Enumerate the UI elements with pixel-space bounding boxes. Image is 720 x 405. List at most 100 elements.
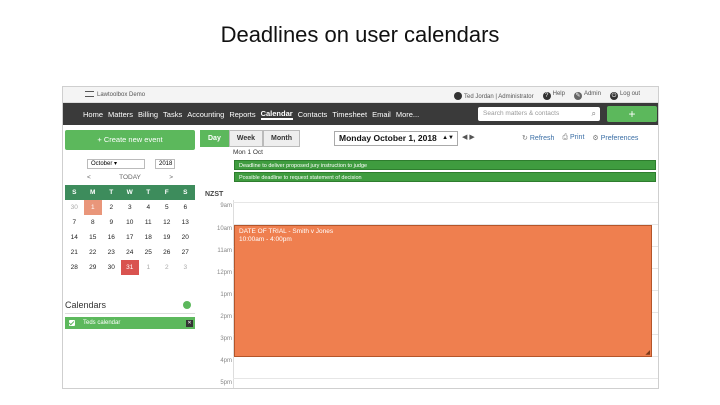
timezone-label: NZST [205, 191, 224, 198]
deadline-item[interactable]: Deadline to deliver proposed jury instru… [234, 160, 656, 170]
nav-email[interactable]: Email [372, 110, 391, 119]
day-cell[interactable]: 16 [102, 230, 121, 245]
calendar-event[interactable]: DATE OF TRIAL - Smith v Jones 10:00am - … [234, 225, 652, 357]
logout-link[interactable]: ⏻ Log out [609, 91, 640, 100]
day-cell-selected[interactable]: 1 [83, 200, 102, 215]
next-day-button[interactable]: ▶ [469, 134, 474, 141]
week-row: 14 15 16 17 18 19 20 [65, 230, 195, 245]
day-cell[interactable]: 23 [102, 245, 121, 260]
day-cell[interactable]: 20 [176, 230, 195, 245]
print-button[interactable]: ⎙ Print [562, 134, 584, 142]
day-cell[interactable]: 26 [158, 245, 177, 260]
nav-accounting[interactable]: Accounting [187, 110, 224, 119]
hour-label: 11am [217, 248, 232, 254]
app-logo[interactable]: Lawtoolbox Demo [85, 91, 145, 98]
day-cell[interactable]: 8 [84, 215, 103, 230]
day-cell[interactable]: 24 [121, 245, 140, 260]
view-switcher: Day Week Month [200, 130, 301, 147]
today-button[interactable]: TODAY [119, 174, 141, 181]
tab-month[interactable]: Month [263, 130, 301, 147]
menu-icon[interactable] [85, 91, 94, 97]
add-calendar-icon[interactable] [183, 301, 191, 309]
day-cell[interactable]: 4 [139, 200, 158, 215]
add-button[interactable]: + [607, 106, 657, 122]
gear-icon: ⚙ [592, 135, 599, 142]
day-cell[interactable]: 2 [102, 200, 121, 215]
day-cell[interactable]: 28 [65, 260, 84, 275]
printer-icon: ⎙ [562, 134, 568, 141]
view-actions: ↻ Refresh ⎙ Print ⚙ Preferences [522, 134, 638, 142]
search-input[interactable]: Search matters & contacts ⌕ [478, 107, 600, 121]
year-select[interactable]: 2018 [155, 159, 175, 169]
tab-day[interactable]: Day [200, 130, 229, 147]
day-cell[interactable]: 3 [176, 260, 195, 275]
wrench-icon: ✎ [573, 92, 582, 100]
day-cell[interactable]: 17 [121, 230, 140, 245]
nav-billing[interactable]: Billing [138, 110, 158, 119]
week-row: 7 8 9 10 11 12 13 [65, 215, 195, 230]
week-row: 21 22 23 24 25 26 27 [65, 245, 195, 260]
create-event-button[interactable]: + Create new event [65, 130, 195, 150]
nav-timesheet[interactable]: Timesheet [332, 110, 367, 119]
date-nav-arrows: ◀ ▶ [462, 133, 475, 141]
prev-day-button[interactable]: ◀ [462, 134, 467, 141]
month-year-selectors: October ▾ 2018 [65, 159, 195, 169]
refresh-icon: ↻ [522, 135, 528, 142]
day-cell[interactable]: 22 [84, 245, 103, 260]
nav-home[interactable]: Home [83, 110, 103, 119]
refresh-button[interactable]: ↻ Refresh [522, 134, 554, 142]
nav-contacts[interactable]: Contacts [298, 110, 328, 119]
mini-cal-nav: < TODAY > [65, 174, 195, 181]
day-cell[interactable]: 30 [65, 200, 84, 215]
day-cell[interactable]: 27 [176, 245, 195, 260]
day-cell[interactable]: 30 [102, 260, 121, 275]
day-cell[interactable]: 19 [158, 230, 177, 245]
admin-link[interactable]: ✎ Admin [573, 91, 601, 100]
hour-label: 10am [216, 226, 232, 232]
day-cell[interactable]: 5 [158, 200, 177, 215]
day-cell[interactable]: 12 [158, 215, 177, 230]
weekday-label: S [176, 185, 195, 200]
day-cell[interactable]: 13 [176, 215, 195, 230]
hour-label: 5pm [220, 380, 232, 386]
month-select[interactable]: October ▾ [87, 159, 145, 169]
day-cell[interactable]: 29 [84, 260, 103, 275]
resize-handle-icon[interactable]: ◢ [645, 349, 650, 356]
day-cell[interactable]: 1 [139, 260, 158, 275]
date-picker[interactable]: Monday October 1, 2018 ▲▼ [334, 131, 458, 146]
prev-month-button[interactable]: < [87, 174, 91, 181]
hour-label: 1pm [220, 292, 232, 298]
close-icon[interactable]: ✕ [186, 319, 193, 327]
day-cell[interactable]: 18 [139, 230, 158, 245]
nav-reports[interactable]: Reports [229, 110, 255, 119]
day-cell[interactable]: 25 [139, 245, 158, 260]
day-cell[interactable]: 21 [65, 245, 84, 260]
search-icon[interactable]: ⌕ [592, 109, 596, 119]
deadline-item[interactable]: Possible deadline to request statement o… [234, 172, 656, 182]
day-cell[interactable]: 6 [176, 200, 195, 215]
calendar-item[interactable]: Teds calendar ✕ [65, 317, 195, 329]
day-view-pane: Day Week Month Monday October 1, 2018 ▲▼… [200, 127, 658, 388]
next-month-button[interactable]: > [169, 174, 173, 181]
help-link[interactable]: ? Help [542, 91, 565, 100]
preferences-button[interactable]: ⚙ Preferences [592, 134, 638, 142]
day-cell-today[interactable]: 31 [120, 260, 139, 275]
day-cell[interactable]: 15 [84, 230, 103, 245]
day-cell[interactable]: 9 [102, 215, 121, 230]
day-cell[interactable]: 11 [139, 215, 158, 230]
help-icon: ? [542, 92, 551, 100]
nav-more[interactable]: More... [396, 110, 419, 119]
checkbox-icon[interactable] [69, 320, 75, 326]
hour-label: 4pm [220, 358, 232, 364]
nav-tasks[interactable]: Tasks [163, 110, 182, 119]
nav-matters[interactable]: Matters [108, 110, 133, 119]
day-cell[interactable]: 10 [121, 215, 140, 230]
day-cell[interactable]: 14 [65, 230, 84, 245]
day-cell[interactable]: 3 [121, 200, 140, 215]
day-cell[interactable]: 2 [158, 260, 177, 275]
top-bar: Lawtoolbox Demo Ted Jordan | Administrat… [63, 87, 658, 103]
nav-calendar[interactable]: Calendar [260, 109, 293, 120]
tab-week[interactable]: Week [228, 130, 264, 147]
user-link[interactable]: Ted Jordan | Administrator [454, 91, 534, 100]
day-cell[interactable]: 7 [65, 215, 84, 230]
